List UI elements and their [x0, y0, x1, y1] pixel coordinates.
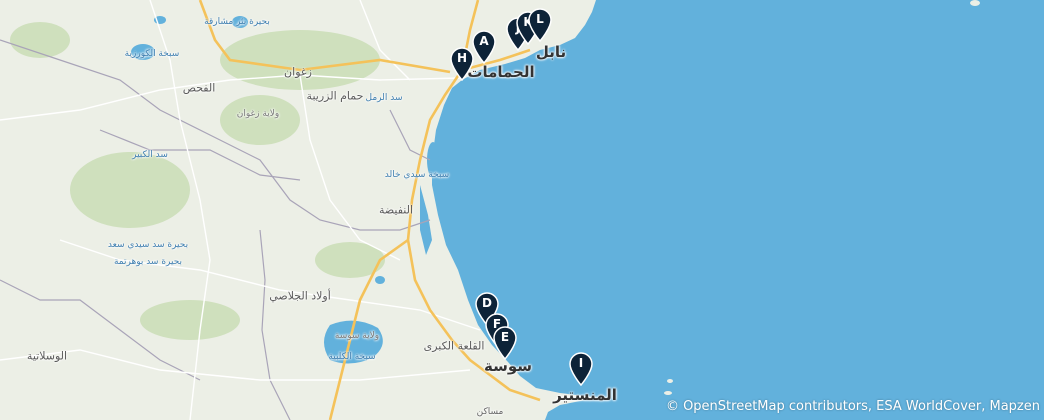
place-label-sidi-saad: بحيرة سد سيدي سعد: [107, 240, 189, 250]
place-label-hammam-zriba: حمام الزريبة: [306, 89, 364, 103]
map-marker-h[interactable]: H: [449, 47, 475, 81]
map-attribution[interactable]: © OpenStreetMap contributors, ESA WorldC…: [666, 399, 1040, 414]
place-label-sed-ramel: سد الرمل: [365, 93, 403, 103]
map-marker-l[interactable]: L: [527, 8, 553, 42]
place-label-sebkha-sidi-khalifa: سبخة سيدي خالد: [384, 170, 450, 180]
place-label-sed-kebir: سد الكبير: [132, 150, 168, 160]
place-label-zaghouan-gov: ولاية زغوان: [236, 109, 280, 119]
map-pin-icon: [569, 352, 593, 386]
map-marker-e[interactable]: E: [492, 326, 518, 360]
map-marker-i[interactable]: I: [568, 352, 594, 386]
place-label-sebkha-kelbia: سبخة الكلبية: [328, 352, 376, 362]
place-label-kalaa-kebira: القلعة الكبرى: [423, 339, 485, 353]
map-pin-icon: [528, 8, 552, 42]
place-label-ouesslatia: الوسلاتية: [26, 349, 68, 363]
map-view[interactable]: الحمامات نابل سوسة المنستير زغوان ولاية زغوان…: [0, 0, 1044, 420]
place-label-nabeul: نابل: [535, 43, 567, 61]
place-label-zaghouan: زغوان: [284, 65, 312, 79]
place-label-nfidha: النفيضة: [378, 203, 414, 217]
place-label-monastir: المنستير: [553, 386, 617, 404]
place-label-el-fahs: الفحص: [182, 81, 216, 95]
place-label-ouled-jelleh: أولاد الجلاصي: [269, 289, 331, 303]
place-label-bouhertma: بحيرة سد بوهرتمة: [113, 257, 183, 267]
place-label-sebkha-kourzia: سبخة الكورزية: [124, 49, 180, 59]
map-pin-icon: [493, 326, 517, 360]
map-pin-icon: [450, 47, 474, 81]
place-label-sousse-gov: ولاية سوسة: [334, 331, 380, 341]
place-label-bir-mcherga: بحيرة بئر مشارقة: [204, 17, 270, 27]
place-label-msaken: مساكن: [476, 407, 504, 417]
place-label-hammamet: الحمامات: [467, 63, 535, 81]
